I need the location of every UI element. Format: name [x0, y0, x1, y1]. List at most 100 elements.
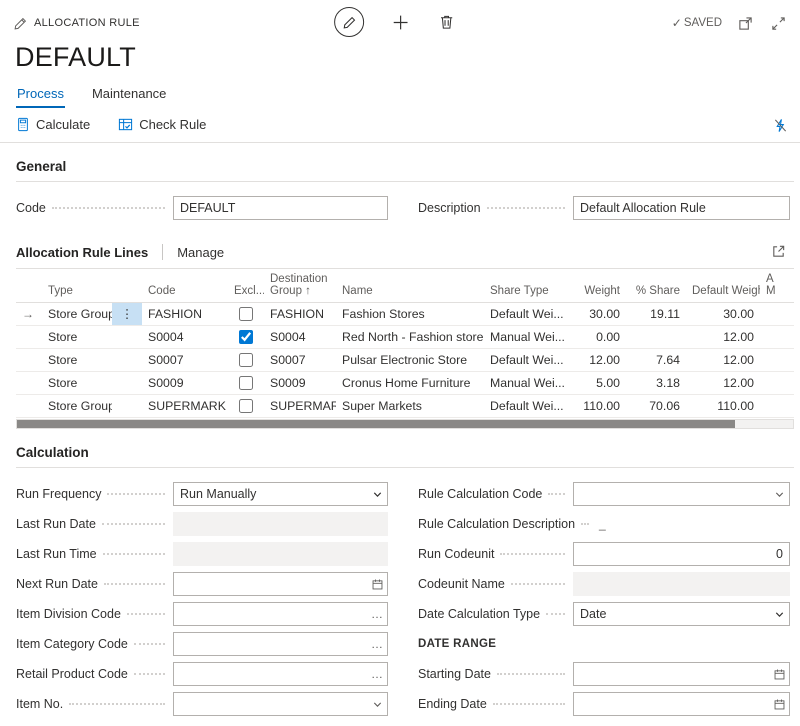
cell-pct-share[interactable]: 19.11	[626, 303, 686, 326]
tab-maintenance[interactable]: Maintenance	[91, 83, 167, 108]
cell-name[interactable]: Fashion Stores	[336, 303, 484, 326]
code-input[interactable]	[174, 197, 387, 219]
excluded-checkbox[interactable]	[239, 307, 253, 321]
col-name[interactable]: Name	[336, 271, 484, 303]
cell-am[interactable]	[760, 326, 794, 349]
manage-tab[interactable]: Manage	[177, 245, 224, 260]
cell-share-type[interactable]: Default Wei...	[484, 349, 570, 372]
starting-date-input[interactable]	[574, 663, 769, 685]
cell-share-type[interactable]: Manual Wei...	[484, 326, 570, 349]
delete-button[interactable]	[437, 12, 456, 32]
cell-am[interactable]	[760, 372, 794, 395]
cell-share-type[interactable]: Default Wei...	[484, 395, 570, 418]
cell-weight[interactable]: 30.00	[570, 303, 626, 326]
cell-default-weight[interactable]: 12.00	[686, 372, 760, 395]
assist-edit-icon[interactable]: …	[367, 633, 387, 655]
chevron-down-icon[interactable]	[769, 603, 789, 625]
cell-destination[interactable]: S0009	[264, 372, 336, 395]
table-row[interactable]: Store S0007 S0007 Pulsar Electronic Stor…	[16, 349, 794, 372]
table-row[interactable]: Store S0004 S0004 Red North - Fashion st…	[16, 326, 794, 349]
table-row[interactable]: Store Group SUPERMARK SUPERMARK Super Ma…	[16, 395, 794, 418]
cell-share-type[interactable]: Manual Wei...	[484, 372, 570, 395]
cell-code[interactable]: S0004	[142, 326, 228, 349]
col-destination-group[interactable]: DestinationGroup ↑	[264, 271, 336, 303]
edit-button[interactable]	[334, 7, 364, 37]
cell-pct-share[interactable]: 3.18	[626, 372, 686, 395]
col-excluded[interactable]: Excl...	[228, 271, 264, 303]
item-no-input[interactable]	[174, 693, 367, 715]
calendar-icon[interactable]	[769, 663, 789, 685]
check-rule-button[interactable]: Check Rule	[118, 117, 206, 132]
cell-name[interactable]: Cronus Home Furniture	[336, 372, 484, 395]
horizontal-scrollbar[interactable]	[16, 419, 794, 429]
cell-code[interactable]: SUPERMARK	[142, 395, 228, 418]
col-code[interactable]: Code	[142, 271, 228, 303]
cell-default-weight[interactable]: 12.00	[686, 326, 760, 349]
excluded-checkbox[interactable]	[239, 399, 253, 413]
retail-product-code-input[interactable]	[174, 663, 367, 685]
cell-am[interactable]	[760, 349, 794, 372]
cell-type[interactable]: Store Group	[42, 395, 112, 418]
row-kebab-icon[interactable]: ⋮	[112, 303, 142, 326]
cell-type[interactable]: Store	[42, 326, 112, 349]
cell-pct-share[interactable]	[626, 326, 686, 349]
item-division-code-input[interactable]	[174, 603, 367, 625]
table-row[interactable]: Store S0009 S0009 Cronus Home Furniture …	[16, 372, 794, 395]
cell-destination[interactable]: FASHION	[264, 303, 336, 326]
tab-process[interactable]: Process	[16, 83, 65, 108]
next-run-date-input[interactable]	[174, 573, 367, 595]
cell-am[interactable]	[760, 303, 794, 326]
new-button[interactable]	[390, 12, 411, 33]
cell-code[interactable]: S0009	[142, 372, 228, 395]
assist-edit-icon[interactable]: …	[367, 663, 387, 685]
cell-pct-share[interactable]: 70.06	[626, 395, 686, 418]
excluded-checkbox[interactable]	[239, 330, 253, 344]
cell-am[interactable]	[760, 395, 794, 418]
cell-destination[interactable]: S0004	[264, 326, 336, 349]
cell-type[interactable]: Store	[42, 372, 112, 395]
col-pct-share[interactable]: % Share	[626, 271, 686, 303]
calculate-button[interactable]: Calculate	[16, 117, 90, 132]
col-am[interactable]: AM	[760, 271, 794, 303]
cell-code[interactable]: FASHION	[142, 303, 228, 326]
excluded-checkbox[interactable]	[239, 353, 253, 367]
cell-destination[interactable]: SUPERMARK	[264, 395, 336, 418]
open-in-new-window-icon[interactable]	[736, 14, 755, 33]
cell-name[interactable]: Pulsar Electronic Store	[336, 349, 484, 372]
chevron-down-icon[interactable]	[367, 483, 387, 505]
cell-default-weight[interactable]: 110.00	[686, 395, 760, 418]
run-codeunit-input[interactable]	[574, 543, 789, 565]
assist-edit-icon[interactable]: …	[367, 603, 387, 625]
col-share-type[interactable]: Share Type	[484, 271, 570, 303]
cell-default-weight[interactable]: 30.00	[686, 303, 760, 326]
cell-weight[interactable]: 110.00	[570, 395, 626, 418]
cell-destination[interactable]: S0007	[264, 349, 336, 372]
cell-code[interactable]: S0007	[142, 349, 228, 372]
calendar-icon[interactable]	[367, 573, 387, 595]
description-input[interactable]	[574, 197, 789, 219]
fit-to-window-icon[interactable]	[769, 14, 788, 33]
cell-weight[interactable]: 5.00	[570, 372, 626, 395]
ending-date-input[interactable]	[574, 693, 769, 715]
date-calculation-type-input[interactable]	[574, 603, 769, 625]
col-weight[interactable]: Weight	[570, 271, 626, 303]
cell-weight[interactable]: 12.00	[570, 349, 626, 372]
lookup-chevron-icon[interactable]	[769, 483, 789, 505]
cell-name[interactable]: Red North - Fashion store	[336, 326, 484, 349]
item-category-code-input[interactable]	[174, 633, 367, 655]
table-row[interactable]: → Store Group ⋮ FASHION FASHION Fashion …	[16, 303, 794, 326]
scrollbar-thumb[interactable]	[17, 420, 735, 428]
cell-type[interactable]: Store	[42, 349, 112, 372]
automate-icon[interactable]	[771, 116, 790, 135]
cell-share-type[interactable]: Default Wei...	[484, 303, 570, 326]
cell-default-weight[interactable]: 12.00	[686, 349, 760, 372]
focus-mode-icon[interactable]	[769, 242, 788, 261]
cell-name[interactable]: Super Markets	[336, 395, 484, 418]
rule-calculation-code-input[interactable]	[574, 483, 769, 505]
cell-type[interactable]: Store Group	[42, 303, 112, 326]
col-type[interactable]: Type	[42, 271, 112, 303]
excluded-checkbox[interactable]	[239, 376, 253, 390]
lookup-chevron-icon[interactable]	[367, 693, 387, 715]
col-default-weight[interactable]: Default Weight	[686, 271, 760, 303]
cell-weight[interactable]: 0.00	[570, 326, 626, 349]
